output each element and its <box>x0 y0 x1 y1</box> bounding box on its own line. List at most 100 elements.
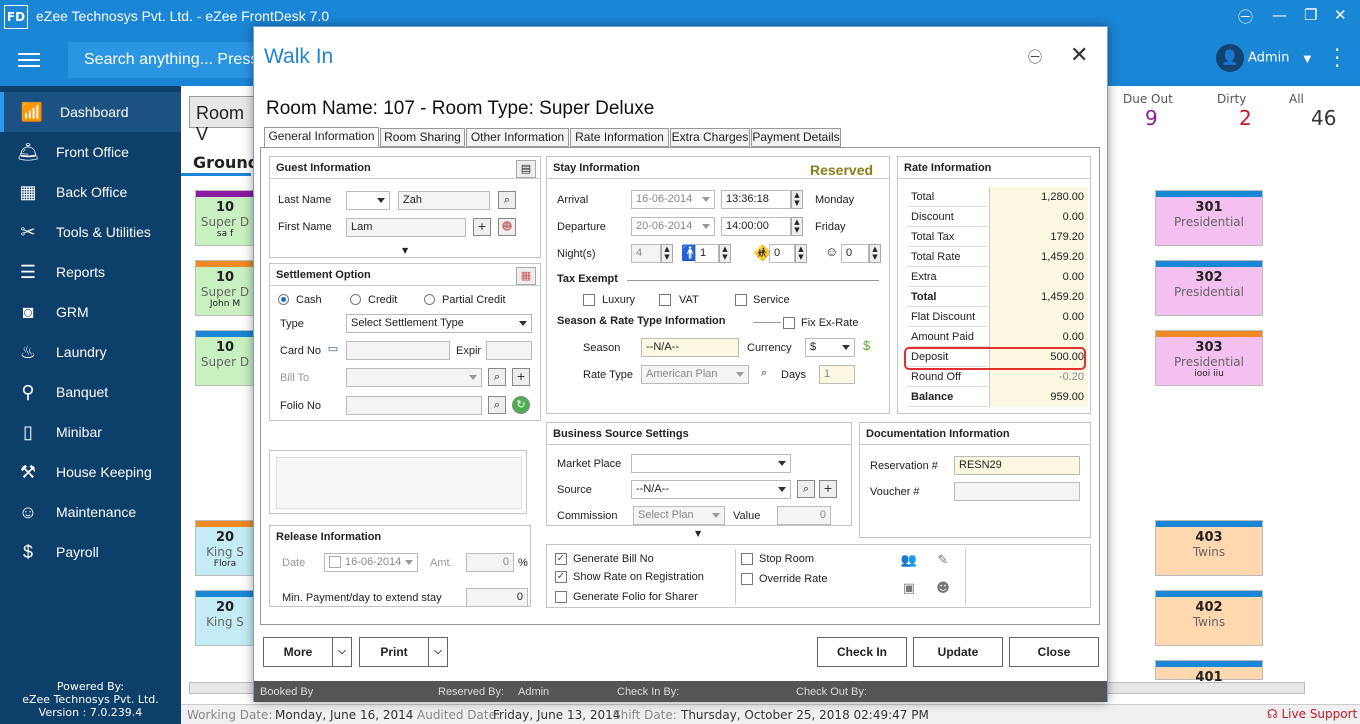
tab-general-information[interactable]: General Information <box>264 127 379 147</box>
currency-select[interactable]: $ <box>805 338 855 357</box>
room-card[interactable]: 10 Super D <box>195 330 255 386</box>
stop-room-checkbox[interactable] <box>741 553 753 565</box>
translate-icon[interactable]: ㊀ <box>1238 6 1253 27</box>
days-field[interactable]: 1 <box>819 365 855 384</box>
arrival-date-field[interactable]: 16-06-2014 <box>631 190 715 209</box>
luxury-checkbox[interactable] <box>583 294 595 306</box>
tab-extra-charges[interactable]: Extra Charges <box>670 128 750 147</box>
search-bill-to-icon[interactable]: ⌕ <box>488 368 506 386</box>
departure-date-field[interactable]: 20-06-2014 <box>631 217 715 236</box>
room-card[interactable]: 20 King S <box>195 590 255 646</box>
remark-textarea[interactable] <box>276 457 522 509</box>
room-card[interactable]: 302 Presidential <box>1155 260 1263 316</box>
infants-spinner[interactable]: ▲ ▼ <box>869 244 881 263</box>
fix-ex-rate-checkbox[interactable] <box>783 317 795 329</box>
season-field[interactable]: --N/A-- <box>641 338 739 357</box>
search-source-icon[interactable]: ⌕ <box>797 480 815 498</box>
window-close-button[interactable]: ✕ <box>1334 6 1347 24</box>
reservation-no-field[interactable]: RESN29 <box>954 456 1080 475</box>
remarks-box[interactable] <box>269 450 527 514</box>
sidebar-item-back-office[interactable]: ▦ Back Office <box>0 172 181 212</box>
room-card[interactable]: 402 Twins <box>1155 590 1263 646</box>
card-no-field[interactable] <box>346 341 450 360</box>
generate-folio-checkbox[interactable] <box>555 591 567 603</box>
exchange-rate-icon[interactable]: $ <box>863 338 870 353</box>
cash-radio[interactable] <box>278 294 289 305</box>
room-card[interactable]: 10 Super Dsa f <box>195 190 255 246</box>
generate-bill-checkbox[interactable]: ✓ <box>555 553 567 565</box>
update-button[interactable]: Update <box>913 637 1003 667</box>
card-icon[interactable]: ▭ <box>324 341 342 359</box>
folio-no-field[interactable] <box>346 396 482 415</box>
translate-icon[interactable]: ㊀ <box>1028 47 1042 67</box>
sidebar-item-minibar[interactable]: ▯ Minibar <box>0 412 181 452</box>
sidebar-item-tools-utilities[interactable]: ✂ Tools & Utilities <box>0 212 181 252</box>
guest-profile-icon[interactable]: ☻ <box>498 218 516 236</box>
refresh-icon[interactable]: ↻ <box>512 396 530 414</box>
more-button[interactable]: More <box>263 637 333 667</box>
tab-rate-information[interactable]: Rate Information <box>570 128 669 147</box>
service-checkbox[interactable] <box>735 294 747 306</box>
restore-button[interactable]: ❐ <box>1304 6 1317 24</box>
sidebar-item-grm[interactable]: ◙ GRM <box>0 292 181 332</box>
room-card[interactable]: 403 Twins <box>1155 520 1263 576</box>
user-menu[interactable]: 👤 Admin ▼ <box>1216 44 1311 72</box>
add-source-icon[interactable]: + <box>819 480 837 498</box>
room-card[interactable]: 401 <box>1155 660 1263 685</box>
guests-icon[interactable]: 👥 <box>899 553 919 571</box>
source-select[interactable]: --N/A-- <box>631 480 791 499</box>
dialog-close-button[interactable]: ✕ <box>1070 43 1088 68</box>
rate-lookup-icon[interactable]: ⌕ <box>755 365 773 383</box>
sidebar-item-banquet[interactable]: ⚲ Banquet <box>0 372 181 412</box>
departure-time-field[interactable]: 14:00:00 <box>721 217 791 236</box>
live-support-link[interactable]: ☊ Live Support <box>1267 707 1357 721</box>
credit-radio[interactable] <box>350 294 361 305</box>
search-input[interactable]: Search anything... Press <box>68 42 268 78</box>
arrival-time-spinner[interactable]: ▲ ▼ <box>791 190 803 209</box>
sidebar-item-house-keeping[interactable]: ⚒ House Keeping <box>0 452 181 492</box>
vat-checkbox[interactable] <box>659 294 671 306</box>
sidebar-item-dashboard[interactable]: 📶 Dashboard <box>0 92 181 132</box>
adults-field[interactable]: 1 <box>695 244 719 263</box>
min-payment-field[interactable]: 0 <box>466 588 528 607</box>
voucher-no-field[interactable] <box>954 482 1080 501</box>
expiry-field[interactable] <box>486 341 532 360</box>
room-card[interactable]: 20 King S Flora <box>195 520 255 576</box>
salutation-select[interactable] <box>346 191 390 210</box>
partial-credit-radio[interactable] <box>424 294 435 305</box>
add-bill-to-icon[interactable]: + <box>512 368 530 386</box>
amt-field[interactable]: 0 <box>466 553 514 572</box>
children-spinner[interactable]: ▲ ▼ <box>795 244 807 263</box>
adults-spinner[interactable]: ▲ ▼ <box>719 244 731 263</box>
commission-select[interactable]: Select Plan <box>633 506 725 525</box>
tab-payment-details[interactable]: Payment Details <box>751 128 841 147</box>
room-card[interactable]: 10 Super D John M <box>195 260 255 316</box>
first-name-field[interactable]: Lam <box>346 218 466 237</box>
stat-dirty[interactable]: Dirty 2 <box>1217 92 1252 130</box>
children-field[interactable]: 0 <box>769 244 795 263</box>
last-name-field[interactable]: Zah <box>398 191 490 210</box>
nights-field[interactable]: 4 <box>631 244 661 263</box>
sidebar-item-front-office[interactable]: 🛎 Front Office <box>0 132 181 172</box>
room-view-tab[interactable]: Room V <box>189 96 259 144</box>
add-icon[interactable]: + <box>473 218 491 236</box>
settlement-type-select[interactable]: Select Settlement Type <box>346 314 532 333</box>
arrival-time-field[interactable]: 13:36:18 <box>721 190 791 209</box>
infants-field[interactable]: 0 <box>841 244 869 263</box>
show-rate-checkbox[interactable]: ✓ <box>555 571 567 583</box>
override-rate-checkbox[interactable] <box>741 573 753 585</box>
sidebar-item-payroll[interactable]: $ Payroll <box>0 532 181 572</box>
market-place-select[interactable] <box>631 454 791 473</box>
stat-due-out[interactable]: Due Out 9 <box>1123 92 1173 130</box>
expand-arrow-icon[interactable]: ▼ <box>402 246 408 255</box>
search-guest-icon[interactable]: ⌕ <box>498 191 516 209</box>
sidebar-item-maintenance[interactable]: ☺ Maintenance <box>0 492 181 532</box>
expand-arrow-icon[interactable]: ▼ <box>695 529 701 538</box>
bill-to-select[interactable] <box>346 368 482 387</box>
minimize-button[interactable]: — <box>1272 6 1287 24</box>
more-dropdown-button[interactable]: ⌵ <box>332 637 352 667</box>
sidebar-item-reports[interactable]: ☰ Reports <box>0 252 181 292</box>
print-button[interactable]: Print <box>359 637 429 667</box>
departure-time-spinner[interactable]: ▲ ▼ <box>791 217 803 236</box>
calendar-icon[interactable]: ▦ <box>516 267 536 285</box>
